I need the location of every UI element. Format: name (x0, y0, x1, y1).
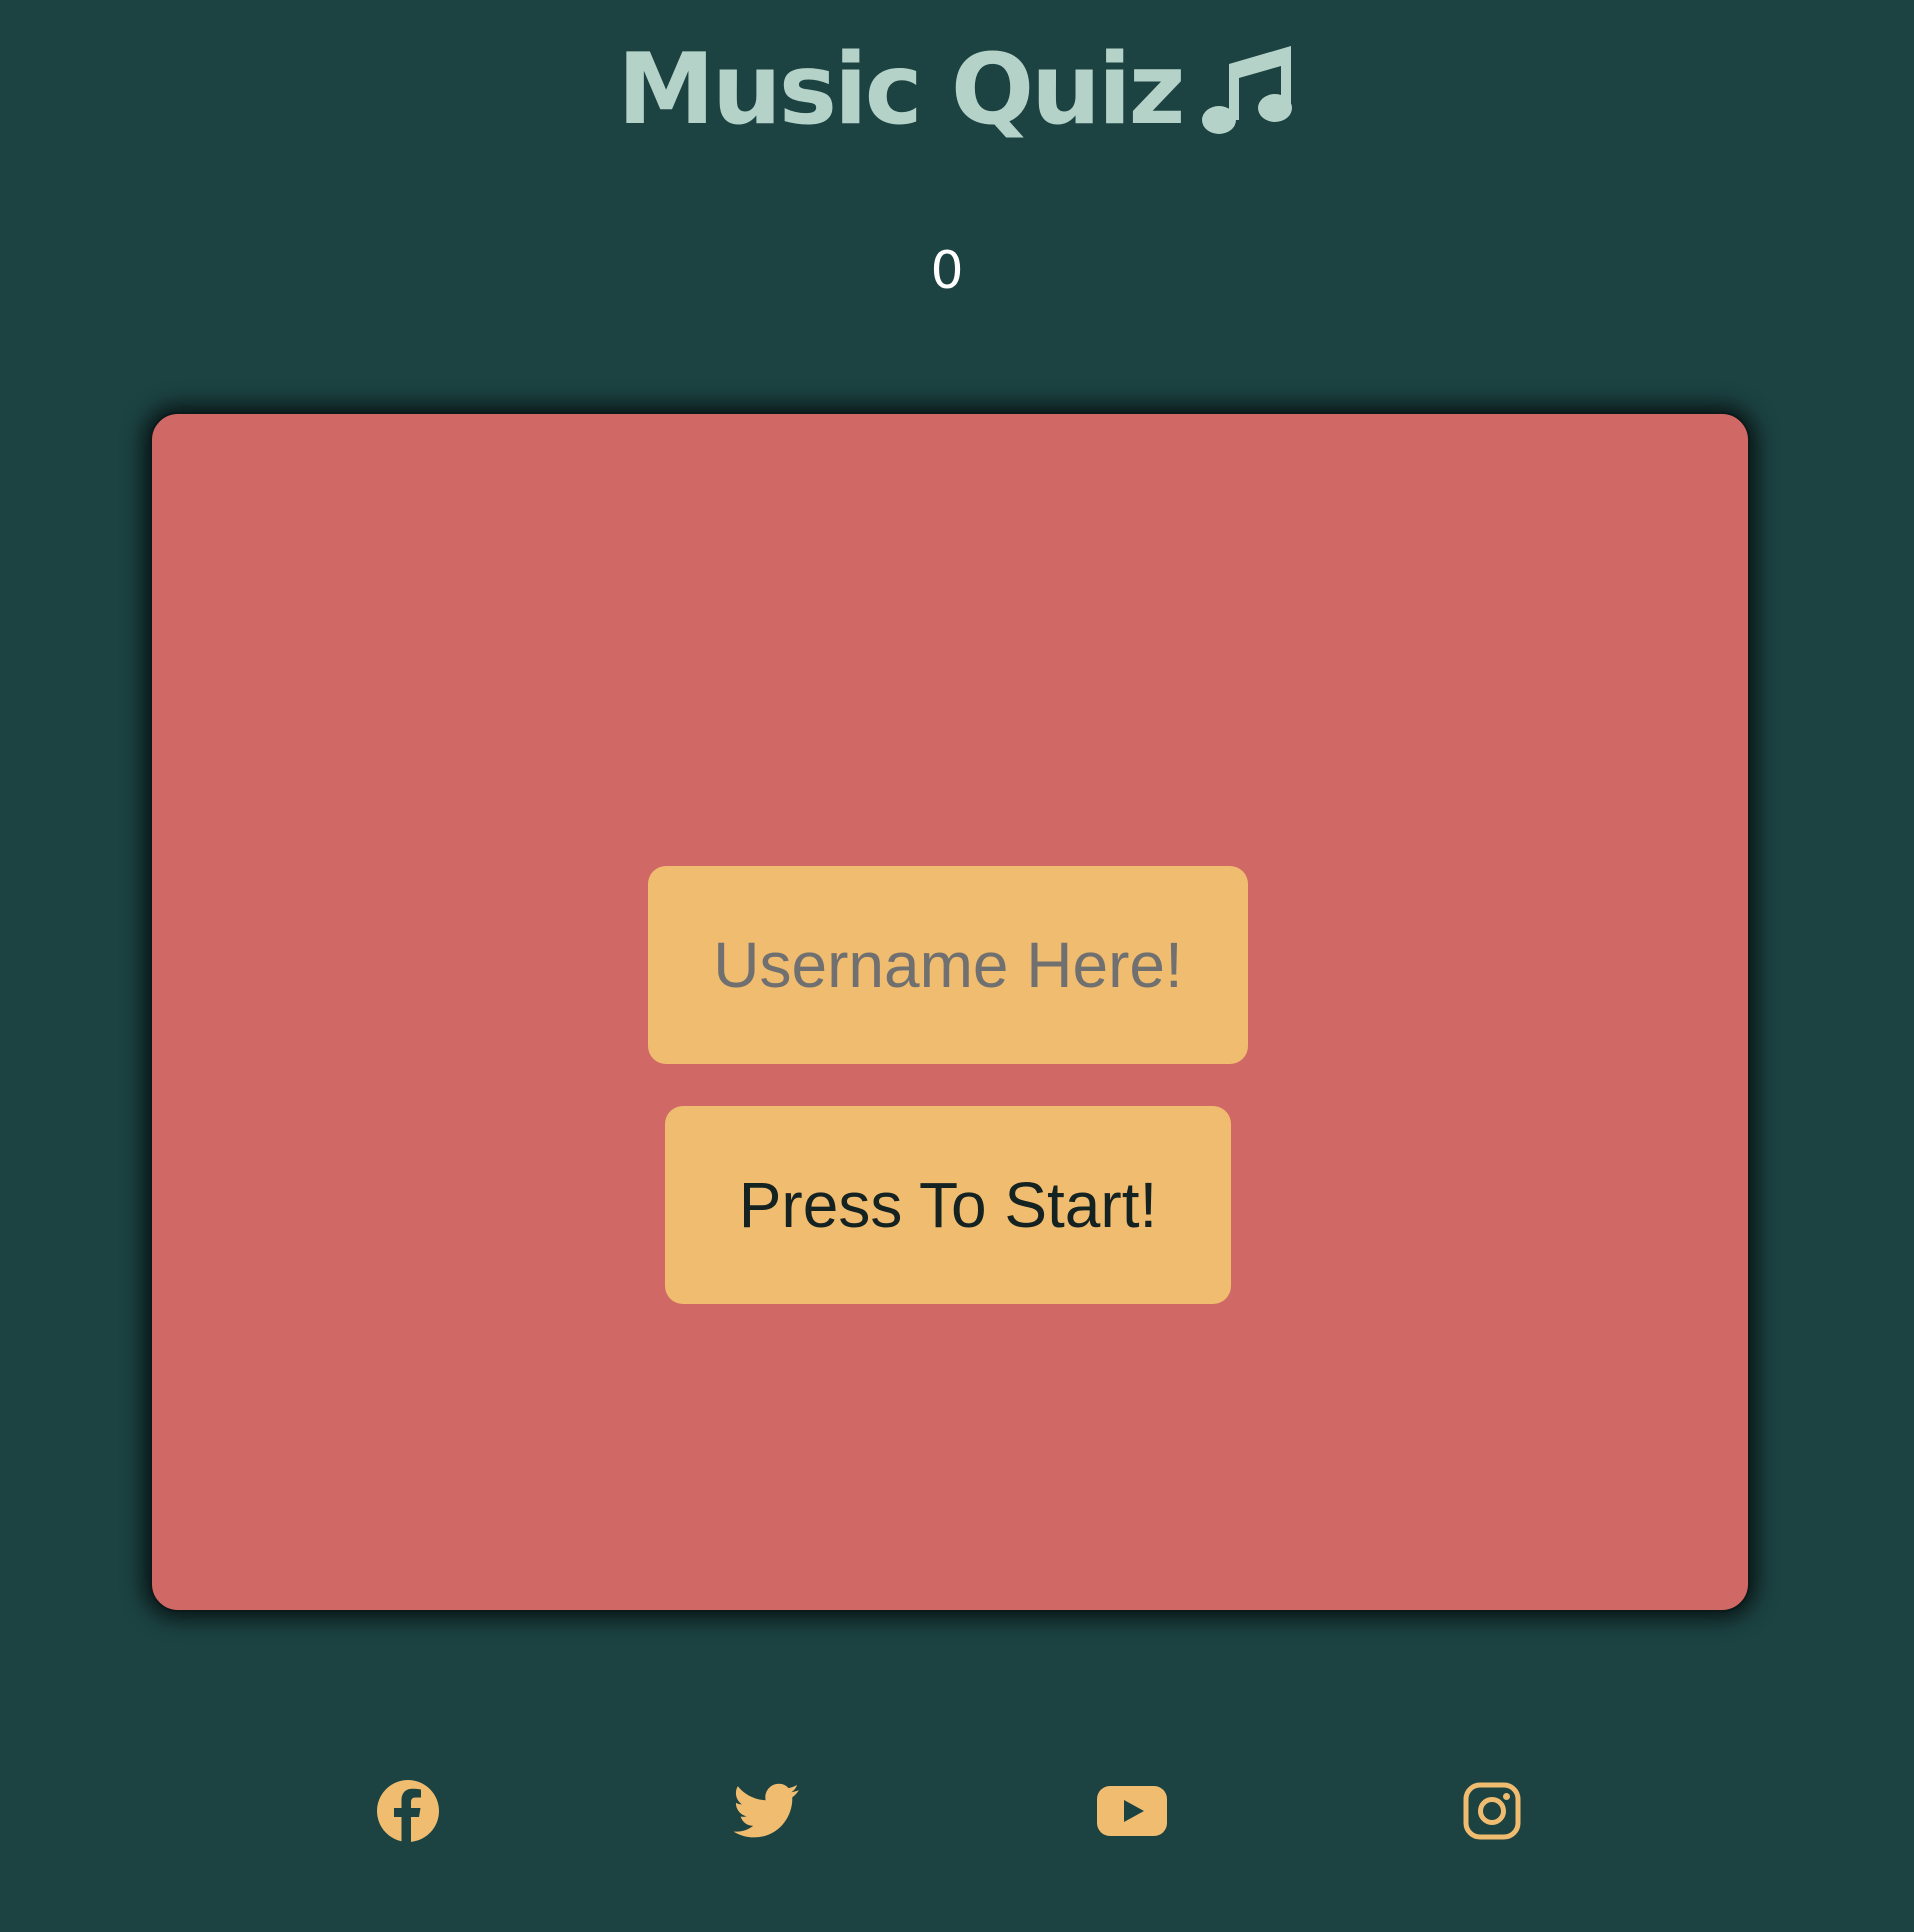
facebook-icon (376, 1779, 440, 1843)
twitter-icon (734, 1782, 800, 1840)
music-note-icon (1201, 42, 1297, 138)
page-header: Music Quiz (0, 30, 1914, 150)
username-input[interactable] (648, 866, 1248, 1064)
youtube-icon (1097, 1786, 1167, 1836)
facebook-link[interactable] (375, 1776, 441, 1846)
page-title: Music Quiz (617, 33, 1185, 147)
start-button[interactable]: Press To Start! (665, 1106, 1231, 1304)
twitter-link[interactable] (733, 1776, 801, 1846)
youtube-link[interactable] (1097, 1776, 1167, 1846)
score-display: 0 (930, 241, 964, 301)
instagram-link[interactable] (1462, 1776, 1522, 1846)
instagram-icon (1463, 1782, 1521, 1840)
